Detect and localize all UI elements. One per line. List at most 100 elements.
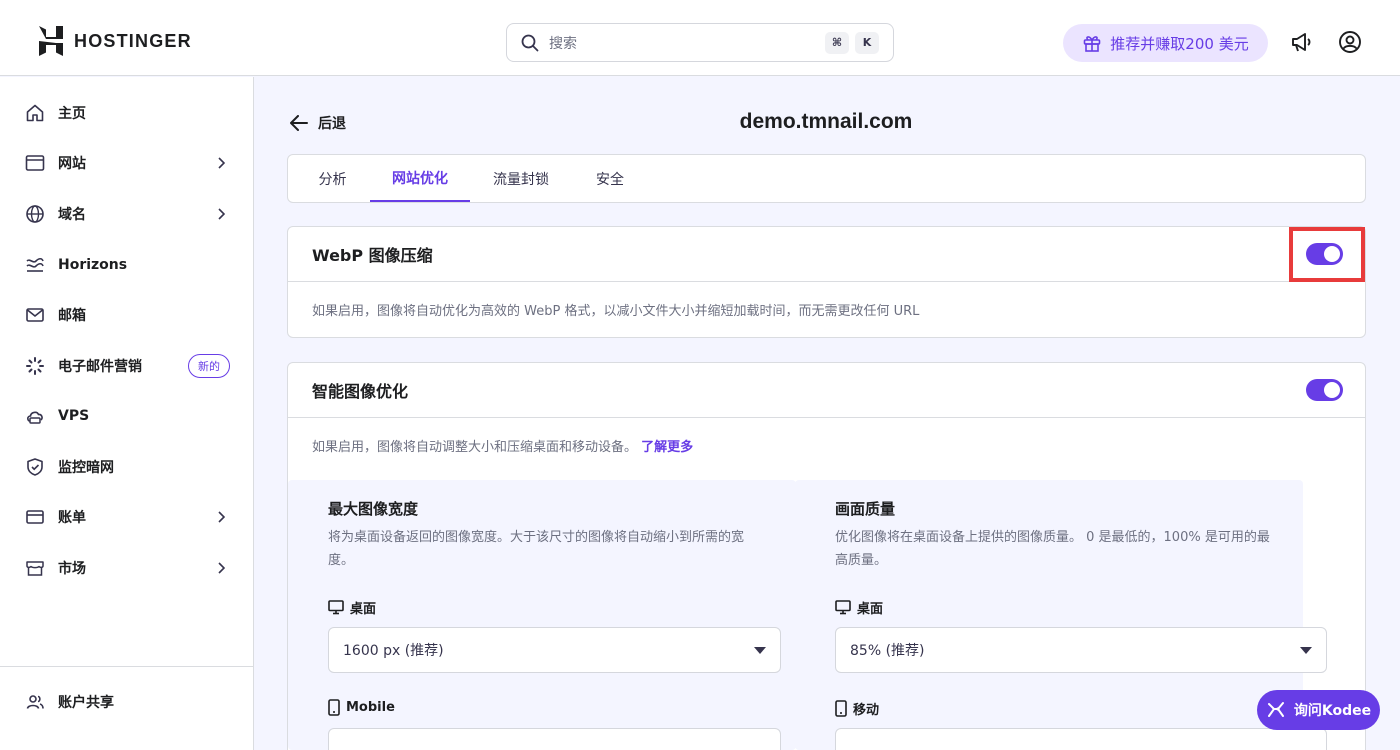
dropdown-caret-icon	[1300, 646, 1312, 654]
billing-card-icon	[24, 506, 46, 528]
sidebar-item-label: 域名	[58, 207, 86, 223]
new-badge: 新的	[188, 354, 230, 378]
sidebar-item-marketplace[interactable]: 市场	[0, 548, 253, 588]
sidebar-item-label: 电子邮件营销	[58, 359, 142, 375]
highlight-box	[1289, 227, 1365, 282]
home-icon	[24, 102, 46, 124]
referral-label: 推荐并赚取200 美元	[1110, 34, 1249, 53]
toggle-knob	[1324, 382, 1340, 398]
hostinger-logo[interactable]: HOSTINGER	[38, 26, 192, 56]
card-description: 如果启用，图像将自动优化为高效的 WebP 格式，以减小文件大小并缩短加载时间，…	[312, 304, 920, 319]
ask-kodee-button[interactable]: 询问Kodee	[1257, 690, 1380, 730]
smart-optimization-toggle[interactable]	[1306, 379, 1343, 401]
desktop-label-text: 桌面	[350, 602, 377, 617]
chevron-right-icon	[217, 156, 227, 170]
shield-icon	[24, 456, 46, 478]
panel-title: 最大图像宽度	[328, 500, 419, 518]
tab-security[interactable]: 安全	[582, 155, 638, 202]
sidebar-item-label: 账单	[58, 510, 86, 526]
sidebar-item-label: 账户共享	[58, 695, 114, 711]
sidebar-item-domains[interactable]: 域名	[0, 194, 253, 234]
cloud-server-icon	[24, 405, 46, 427]
desktop-label-text: 桌面	[857, 602, 884, 617]
panel-description: 将为桌面设备返回的图像宽度。大于该尺寸的图像将自动缩小到所需的宽度。	[328, 530, 745, 568]
tab-analytics[interactable]: 分析	[306, 155, 359, 202]
sidebar-item-home[interactable]: 主页	[0, 93, 253, 133]
max-width-panel: 最大图像宽度 将为桌面设备返回的图像宽度。大于该尺寸的图像将自动缩小到所需的宽度…	[288, 480, 796, 750]
card-title: WebP 图像压缩	[312, 246, 433, 265]
card-description: 如果启用，图像将自动调整大小和压缩桌面和移动设备。 了解更多	[288, 418, 1365, 455]
top-bar: HOSTINGER 搜索 ⌘ K 推荐并赚取200 美元	[0, 0, 1400, 76]
webp-compression-card: WebP 图像压缩 如果启用，图像将自动优化为高效的 WebP 格式，以减小文件…	[287, 226, 1366, 338]
monitor-icon	[835, 600, 851, 615]
panel-title: 画面质量	[835, 500, 896, 518]
mobile-label-text: Mobile	[346, 700, 395, 715]
search-box[interactable]: 搜索 ⌘ K	[506, 23, 894, 62]
shortcut-key-cmd: ⌘	[825, 31, 849, 54]
hostinger-logo-icon	[39, 26, 63, 56]
email-marketing-icon	[24, 355, 46, 377]
browser-icon	[24, 152, 46, 174]
tab-traffic-blocking[interactable]: 流量封锁	[486, 155, 556, 202]
sidebar-item-account-sharing[interactable]: 账户共享	[0, 682, 253, 722]
dropdown-caret-icon	[754, 646, 766, 654]
monitor-icon	[328, 600, 344, 615]
desktop-quality-select[interactable]: 85% (推荐)	[835, 627, 1327, 673]
sidebar-item-label: VPS	[58, 408, 90, 424]
learn-more-link[interactable]: 了解更多	[641, 440, 693, 455]
desktop-label: 桌面	[328, 598, 376, 617]
sidebar-item-label: 主页	[58, 106, 86, 122]
store-icon	[24, 557, 46, 579]
sidebar-item-label: 监控暗网	[58, 460, 114, 476]
sidebar-item-label: 市场	[58, 561, 86, 577]
arrow-left-icon	[290, 115, 308, 131]
sidebar-item-vps[interactable]: VPS	[0, 396, 253, 436]
select-value: 85% (推荐)	[850, 643, 925, 659]
gift-icon	[1083, 36, 1101, 52]
sidebar-divider	[0, 666, 253, 667]
sidebar-item-label: 邮箱	[58, 308, 86, 324]
mobile-width-select[interactable]	[328, 728, 781, 750]
desktop-label: 桌面	[835, 598, 883, 617]
sidebar: 主页 网站 域名 Horizons 邮箱 电子邮件营销 新的 VPS 监控暗网 …	[0, 77, 254, 750]
kodee-label: 询问Kodee	[1293, 703, 1372, 719]
select-value: 1600 px (推荐)	[343, 643, 444, 659]
sidebar-item-email-marketing[interactable]: 电子邮件营销 新的	[0, 346, 253, 386]
description-text: 如果启用，图像将自动调整大小和压缩桌面和移动设备。	[312, 440, 638, 455]
announcements-button[interactable]	[1289, 29, 1315, 55]
mail-icon	[24, 304, 46, 326]
sidebar-item-mail[interactable]: 邮箱	[0, 295, 253, 335]
sidebar-item-billing[interactable]: 账单	[0, 497, 253, 537]
user-circle-icon	[1339, 31, 1361, 53]
tab-bar: 分析 网站优化 流量封锁 安全	[287, 154, 1366, 203]
sidebar-item-label: Horizons	[58, 257, 128, 273]
kodee-icon	[1267, 702, 1284, 717]
card-header: 智能图像优化	[288, 363, 1365, 418]
desktop-width-select[interactable]: 1600 px (推荐)	[328, 627, 781, 673]
mobile-quality-select[interactable]	[835, 728, 1327, 750]
back-button[interactable]: 后退	[290, 113, 346, 133]
sidebar-item-horizons[interactable]: Horizons	[0, 245, 253, 285]
search-icon	[521, 34, 539, 51]
shortcut-key-k: K	[855, 31, 879, 54]
chevron-right-icon	[217, 561, 227, 575]
sidebar-item-label: 网站	[58, 156, 86, 172]
card-title: 智能图像优化	[312, 382, 409, 401]
mobile-label: Mobile	[328, 699, 395, 716]
card-header: WebP 图像压缩	[288, 227, 1365, 282]
megaphone-icon	[1292, 33, 1311, 52]
mobile-phone-icon	[328, 699, 340, 716]
image-quality-panel: 画面质量 优化图像将在桌面设备上提供的图像质量。 0 是最低的，100% 是可用…	[795, 480, 1327, 750]
sidebar-item-websites[interactable]: 网站	[0, 143, 253, 183]
mobile-phone-icon	[835, 700, 847, 717]
chevron-right-icon	[217, 510, 227, 524]
users-icon	[24, 691, 46, 713]
account-button[interactable]	[1337, 29, 1363, 55]
brand-name: HOSTINGER	[74, 30, 192, 51]
search-placeholder: 搜索	[549, 35, 577, 52]
referral-button[interactable]: 推荐并赚取200 美元	[1063, 24, 1268, 62]
tab-website-optimization[interactable]: 网站优化	[370, 155, 470, 202]
back-label: 后退	[318, 116, 346, 132]
mobile-label-text: 移动	[853, 703, 880, 718]
sidebar-item-dark-web-monitor[interactable]: 监控暗网	[0, 447, 253, 487]
